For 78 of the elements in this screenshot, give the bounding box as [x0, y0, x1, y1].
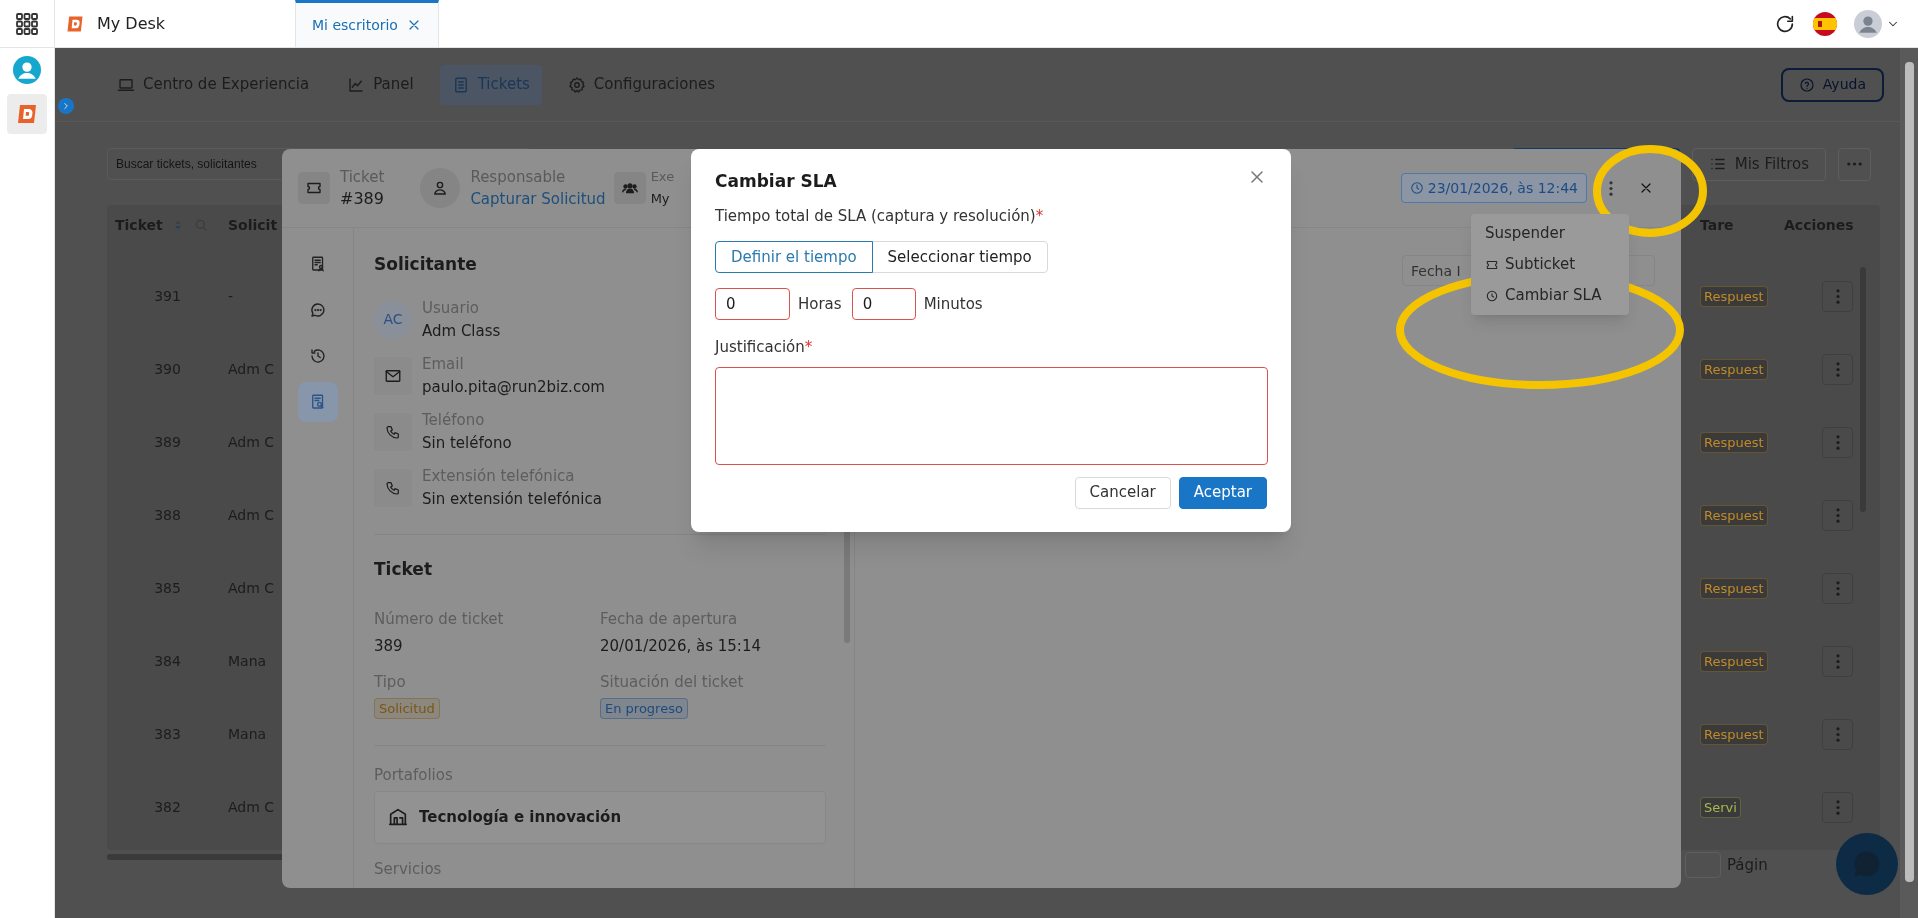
menu-item[interactable]: Subticket: [1471, 249, 1629, 280]
row-actions-button[interactable]: [1822, 719, 1853, 750]
clock-icon: [1409, 181, 1424, 195]
kebab-icon: [1835, 581, 1840, 596]
help-icon: [1798, 76, 1815, 93]
field-value: paulo.pita@run2biz.com: [422, 376, 605, 398]
apps-grid-icon: [15, 11, 39, 36]
menu-item[interactable]: Suspender: [1471, 218, 1629, 249]
clock-icon: [1485, 288, 1499, 303]
row-actions-button[interactable]: [1822, 427, 1853, 458]
unit-label: Horas: [798, 293, 842, 315]
cancel-button[interactable]: Cancelar: [1074, 476, 1171, 509]
kebab-icon: [1835, 727, 1840, 742]
row-actions-button[interactable]: [1822, 281, 1853, 312]
duration-field[interactable]: 0: [851, 288, 916, 320]
segment-option[interactable]: Seleccionar tiempo: [871, 241, 1048, 273]
kebab-icon: [1835, 435, 1840, 450]
initials-avatar: AC: [374, 300, 412, 339]
row-actions-button[interactable]: [1822, 646, 1853, 677]
group-name: My: [650, 190, 671, 208]
kebab-icon: [1835, 508, 1840, 523]
task-badge: Respuest: [1700, 431, 1768, 454]
app-logo-icon: [15, 102, 39, 126]
line-chart-icon: [347, 75, 366, 94]
status-badge: Solicitud: [374, 697, 440, 719]
workspace-tab[interactable]: Mi escritorio: [295, 0, 439, 47]
section-title: Ticket: [374, 557, 433, 581]
duration-field[interactable]: 0: [715, 288, 790, 320]
row-actions-button[interactable]: [1822, 354, 1853, 385]
row-actions-button[interactable]: [1822, 792, 1853, 823]
kebab-icon: [1835, 289, 1840, 304]
row-actions-button[interactable]: [1822, 573, 1853, 604]
task-badge: Respuest: [1700, 358, 1768, 381]
task-badge: Respuest: [1700, 504, 1768, 527]
field-value: 20/01/2026, às 15:14: [600, 635, 761, 657]
ticket-number: #389: [340, 188, 385, 210]
field-label: Tiempo total de SLA (captura y resolución)*: [715, 205, 1045, 227]
kebab-icon: [1835, 362, 1840, 377]
flag-icon[interactable]: [1812, 10, 1838, 37]
kebab-icon: [1835, 800, 1840, 815]
row-actions-button[interactable]: [1822, 500, 1853, 531]
field-value: 389: [374, 635, 403, 657]
building-icon: [387, 806, 409, 828]
due-date-badge: 23/01/2026, às 12:44: [1400, 173, 1587, 203]
app-launcher-button[interactable]: [7, 94, 47, 134]
accept-button[interactable]: Aceptar: [1178, 476, 1267, 509]
table-cell: -: [228, 288, 234, 304]
settings-icon: [567, 75, 586, 94]
history-icon: [308, 347, 327, 365]
segment-option[interactable]: Definir el tiempo: [715, 241, 873, 273]
task-badge: Servi: [1700, 796, 1741, 819]
app-title: My Desk: [97, 12, 166, 35]
menu-item[interactable]: Cambiar SLA: [1471, 280, 1629, 311]
field-value: Adm Class: [422, 320, 501, 342]
profile-icon[interactable]: [13, 56, 41, 84]
kebab-icon: [1609, 180, 1613, 196]
task-badge: Respuest: [1700, 577, 1768, 600]
dialog-title: Cambiar SLA: [715, 170, 837, 193]
task-badge: Respuest: [1700, 650, 1768, 673]
kebab-icon: [1835, 654, 1840, 669]
owner-link[interactable]: Capturar Solicitud: [470, 188, 606, 210]
chat-icon: [308, 301, 327, 319]
task-badge: Respuest: [1700, 723, 1768, 746]
portfolio-name: Tecnología e innovación: [419, 806, 622, 828]
unit-label: Minutos: [923, 293, 983, 315]
more-options-button[interactable]: [1838, 147, 1871, 181]
field-label: Justificación*: [715, 337, 814, 358]
justification-field[interactable]: [715, 366, 1268, 465]
more-horizontal-icon: [1847, 162, 1862, 166]
field-value: Sin teléfono: [422, 432, 512, 454]
status-badge: En progreso: [600, 697, 688, 719]
field-value: Sin extensión telefónica: [422, 488, 602, 510]
page-scrollbar[interactable]: [1900, 48, 1918, 918]
chevron-right-icon: [61, 101, 71, 111]
section-title: Solicitante: [374, 253, 477, 276]
drawer-side-tab[interactable]: [297, 382, 338, 422]
user-avatar-icon[interactable]: [1854, 9, 1882, 38]
task-badge: Respuest: [1700, 285, 1768, 308]
